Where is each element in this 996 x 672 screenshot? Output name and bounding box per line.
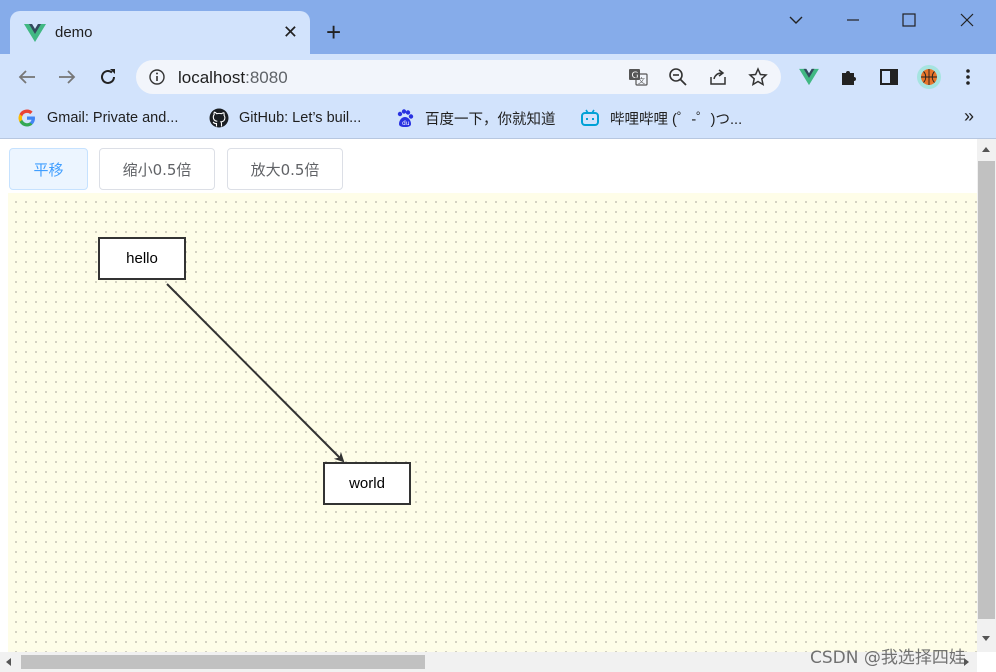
reload-icon[interactable] [96,65,120,89]
horizontal-scroll-thumb[interactable] [21,655,425,669]
zoom-out-icon[interactable] [668,67,688,87]
vue-logo-icon [24,24,46,42]
tab-demo[interactable]: demo ✕ [10,11,310,54]
svg-text:文: 文 [638,76,645,85]
tab-close-icon[interactable]: ✕ [283,21,298,43]
bookmark-star-icon[interactable] [748,67,768,87]
bookmark-label: GitHub: Let’s buil... [239,110,362,126]
new-tab-button[interactable]: + [326,17,341,47]
bookmark-label: 百度一下，你就知道 [425,111,556,128]
profile-avatar-icon[interactable] [917,65,941,89]
tab-strip: demo ✕ + [0,0,996,54]
translate-icon[interactable]: G文 [628,67,648,87]
window-close-icon[interactable] [955,8,979,32]
back-arrow-icon[interactable] [15,65,39,89]
page-content: 平移 缩小0.5倍 放大0.5倍 hello world [0,139,977,652]
csdn-watermark: CSDN @我选择四娃 [810,648,966,668]
tab-search-chevron-icon[interactable] [784,8,808,32]
address-bar[interactable]: localhost:8080 G文 [136,60,781,94]
url-text: localhost:8080 [178,68,288,88]
edge-hello-world[interactable] [166,283,345,463]
bookmarks-overflow-button[interactable]: » [964,106,974,127]
svg-text:du: du [402,120,410,127]
scroll-up-arrow-icon[interactable] [982,147,990,152]
baidu-icon: du [395,108,415,128]
bookmark-label: 哔哩哔哩 (゜-゜)つ... [610,111,743,128]
bookmark-baidu[interactable]: du 百度一下，你就知道 [395,106,556,130]
bookmark-label: Gmail: Private and... [47,110,179,126]
bookmarks-bar: Gmail: Private and... GitHub: Let’s buil… [0,100,996,139]
url-host: localhost [178,68,246,87]
scroll-down-arrow-icon[interactable] [982,636,990,641]
maximize-icon[interactable] [897,8,921,32]
share-icon[interactable] [708,67,728,87]
zoom-out-half-button[interactable]: 缩小0.5倍 [99,148,215,190]
bookmark-gmail[interactable]: Gmail: Private and... [17,106,178,130]
google-icon [17,108,37,128]
forward-arrow-icon[interactable] [55,65,79,89]
vue-devtools-icon[interactable] [797,65,821,89]
zoom-in-half-button[interactable]: 放大0.5倍 [227,148,343,190]
pan-button[interactable]: 平移 [9,148,88,190]
graph-canvas[interactable]: hello world [8,193,977,652]
vertical-scroll-thumb[interactable] [978,161,995,619]
side-panel-icon[interactable] [877,65,901,89]
github-icon [209,108,229,128]
bilibili-icon [580,108,600,128]
scroll-left-arrow-icon[interactable] [6,658,11,666]
node-world[interactable]: world [323,462,411,505]
minimize-icon[interactable] [841,8,865,32]
extensions-puzzle-icon[interactable] [837,65,861,89]
tab-title: demo [55,24,93,41]
node-hello[interactable]: hello [98,237,186,280]
browser-menu-icon[interactable] [956,65,980,89]
bookmark-github[interactable]: GitHub: Let’s buil... [209,106,361,130]
bookmark-bilibili[interactable]: 哔哩哔哩 (゜-゜)つ... [580,106,742,130]
vertical-scrollbar[interactable] [977,139,996,652]
browser-toolbar: localhost:8080 G文 [0,54,996,100]
site-info-icon[interactable] [149,69,165,85]
url-port: :8080 [245,68,288,87]
